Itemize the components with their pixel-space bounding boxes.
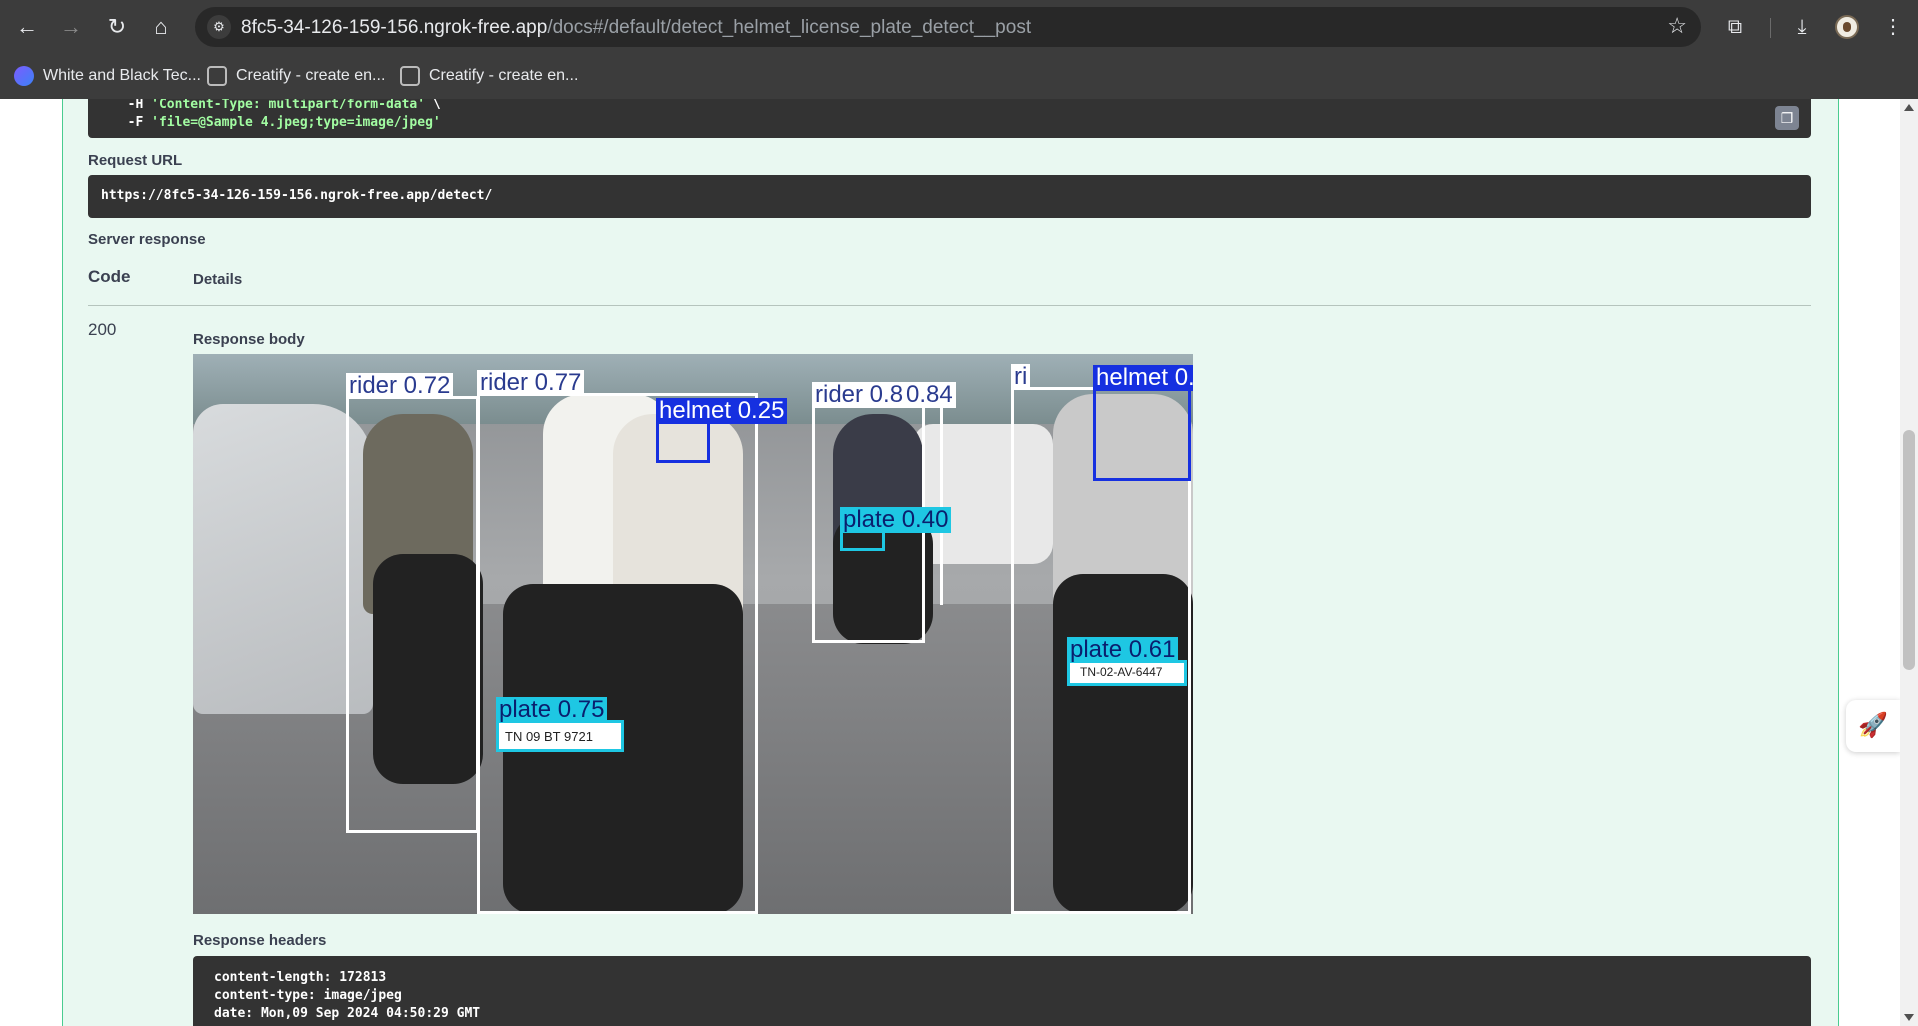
url-path: /docs#/default/detect_helmet_license_pla… — [547, 17, 1032, 38]
detection-box-rider: rider 0.77 — [477, 370, 758, 914]
scrollbar-thumb[interactable] — [1903, 430, 1915, 670]
request-url-value: https://8fc5-34-126-159-156.ngrok-free.a… — [101, 188, 493, 203]
response-body-label: Response body — [193, 331, 305, 348]
detection-label: plate 0.61 — [1067, 637, 1179, 663]
bookmark-label: Creatify - create en... — [429, 67, 579, 84]
detection-label: 0.84 — [903, 382, 956, 408]
browser-chrome: ← → ↻ ⌂ ⚙ 8fc5-34-126-159-156.ngrok-free… — [0, 0, 1918, 99]
detection-box-plate: plate 0.40 — [840, 507, 952, 551]
detection-box-rider: rider 0.72 — [346, 373, 479, 833]
plate-text: TN-02-AV-6447 — [1080, 665, 1163, 679]
detection-box-plate: plate 0.61 TN-02-AV-6447 — [1067, 637, 1187, 686]
site-info-icon[interactable]: ⚙ — [207, 15, 231, 39]
scroll-down-icon[interactable] — [1904, 1014, 1914, 1021]
request-url-label: Request URL — [88, 152, 183, 169]
detection-label: rider 0.77 — [477, 370, 585, 396]
curl-block: -H 'Content-Type: multipart/form-data' \… — [88, 99, 1811, 138]
detection-label: ri — [1011, 364, 1031, 390]
code-column-header: Code — [88, 267, 131, 286]
response-image: rider 0.72 rider 0.77 helmet 0.25 rider … — [193, 354, 1193, 914]
response-headers-box: content-length: 172813 content-type: ima… — [193, 956, 1811, 1026]
app-icon — [14, 66, 34, 86]
bookmark-star-icon[interactable]: ☆ — [1667, 13, 1687, 39]
request-url-box: https://8fc5-34-126-159-156.ngrok-free.a… — [88, 175, 1811, 218]
download-icon[interactable]: ⤓ — [1787, 12, 1817, 42]
page-content: -H 'Content-Type: multipart/form-data' \… — [0, 99, 1918, 1026]
scroll-up-icon[interactable] — [1904, 104, 1914, 111]
bookmark-label: Creatify - create en... — [236, 67, 386, 84]
reload-icon[interactable]: ↻ — [102, 12, 132, 42]
back-icon[interactable]: ← — [12, 12, 42, 42]
address-bar[interactable]: ⚙ 8fc5-34-126-159-156.ngrok-free.app/doc… — [195, 7, 1701, 47]
details-column-header: Details — [193, 271, 243, 288]
extensions-icon[interactable]: ⧉ — [1720, 12, 1750, 42]
bookmarks-bar: White and Black Tec... Creatify - create… — [0, 54, 1918, 99]
browser-toolbar: ← → ↻ ⌂ ⚙ 8fc5-34-126-159-156.ngrok-free… — [0, 0, 1918, 54]
address-url[interactable]: 8fc5-34-126-159-156.ngrok-free.app/docs#… — [241, 17, 1031, 39]
bookmark-item[interactable]: Creatify - create en... — [400, 64, 578, 88]
detection-box-helmet: helmet 0.25 — [656, 398, 788, 463]
detection-box-helmet: helmet 0.91 — [1093, 365, 1193, 481]
toolbar-divider — [1770, 18, 1771, 38]
copy-icon[interactable]: ❐ — [1775, 106, 1799, 130]
divider — [88, 305, 1811, 306]
response-headers-label: Response headers — [193, 932, 327, 949]
detection-label: plate 0.75 — [496, 697, 608, 723]
home-icon[interactable]: ⌂ — [146, 12, 176, 42]
detection-label: helmet 0.25 — [656, 398, 788, 424]
creatify-icon — [207, 66, 227, 86]
url-host: 8fc5-34-126-159-156.ngrok-free.app — [241, 17, 548, 38]
bookmark-item[interactable]: Creatify - create en... — [207, 64, 385, 88]
detection-label: rider 0.72 — [346, 373, 454, 399]
rocket-icon[interactable]: 🚀 — [1846, 700, 1900, 752]
plate-text: TN 09 BT 9721 — [505, 729, 593, 744]
bookmark-item[interactable]: White and Black Tec... — [14, 64, 201, 88]
profile-avatar[interactable] — [1835, 15, 1859, 39]
menu-icon[interactable]: ⋮ — [1878, 12, 1908, 42]
detection-label: plate 0.40 — [840, 507, 952, 533]
response-code: 200 — [88, 320, 117, 339]
bookmark-label: White and Black Tec... — [43, 67, 201, 84]
creatify-icon — [400, 66, 420, 86]
response-headers: content-length: 172813 content-type: ima… — [214, 970, 481, 1021]
forward-icon[interactable]: → — [56, 12, 86, 42]
detection-label: helmet 0.91 — [1093, 365, 1193, 391]
detection-box-plate: plate 0.75 TN 09 BT 9721 — [496, 697, 624, 752]
detection-box-rider: 0.84 — [903, 382, 956, 605]
server-response-label: Server response — [88, 231, 206, 248]
curl-command: -H 'Content-Type: multipart/form-data' \… — [112, 99, 441, 130]
